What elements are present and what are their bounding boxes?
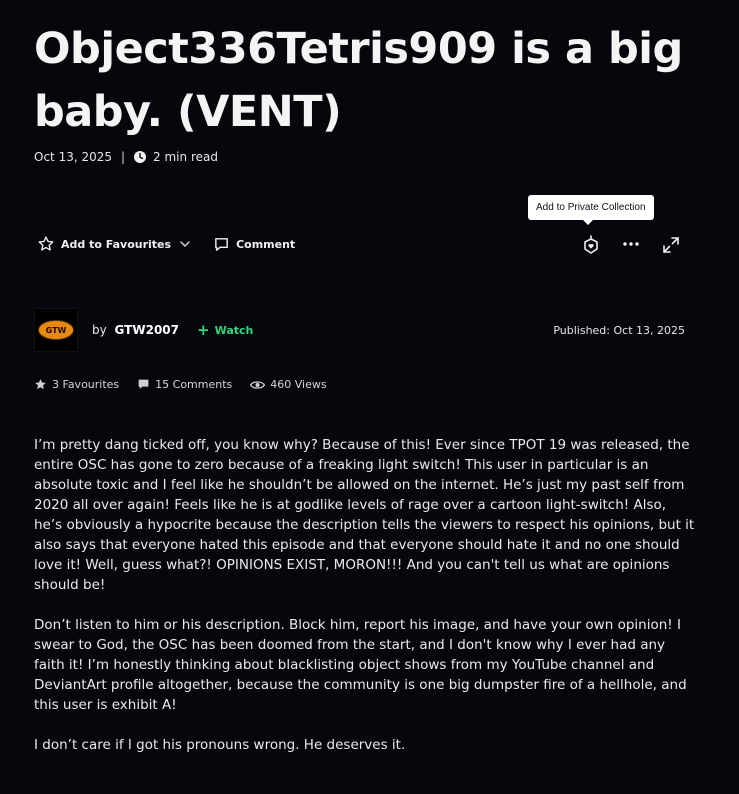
stats-row: 3 Favourites 15 Comments 460 Views: [34, 378, 345, 391]
comment-button[interactable]: Comment: [213, 236, 295, 253]
comments-count: 15 Comments: [155, 378, 233, 391]
star-icon: [35, 379, 46, 390]
published-date: Published: Oct 13, 2025: [553, 323, 685, 337]
views-stat: 460 Views: [250, 378, 327, 391]
add-to-favourites-button[interactable]: Add to Favourites: [37, 235, 171, 253]
avatar[interactable]: GTW: [34, 308, 78, 352]
favourites-stat[interactable]: 3 Favourites: [34, 378, 119, 391]
action-bar: Add to Favourites Comment: [37, 235, 295, 253]
private-collection-icon[interactable]: [582, 235, 600, 255]
eye-icon: [250, 380, 266, 389]
body-paragraph: I don’t care if I got his pronouns wrong…: [34, 737, 406, 753]
author-byline: by GTW2007: [92, 323, 179, 337]
plus-icon: +: [197, 321, 210, 339]
watch-button[interactable]: + Watch: [197, 321, 253, 339]
page-title: Object336Tetris909 is a big baby. (VENT): [34, 24, 683, 137]
body-paragraph: I’m pretty dang ticked off, you know why…: [34, 437, 695, 593]
chevron-down-icon[interactable]: [179, 238, 191, 250]
favourites-count: 3 Favourites: [52, 378, 120, 391]
article-meta: Oct 13, 2025 | 2 min read: [34, 150, 218, 164]
comment-label: Comment: [236, 237, 296, 251]
author-name-link[interactable]: GTW2007: [115, 323, 179, 337]
meta-separator: |: [121, 150, 126, 164]
avatar-logo: GTW: [38, 320, 74, 340]
article-body: I’m pretty dang ticked off, you know why…: [34, 435, 698, 775]
body-paragraph: Don’t listen to him or his description. …: [34, 617, 687, 713]
post-date: Oct 13, 2025: [34, 150, 112, 164]
watch-label: Watch: [214, 323, 254, 337]
comment-icon: [138, 379, 149, 389]
views-count: 460 Views: [270, 378, 327, 391]
comment-icon: [215, 237, 228, 251]
by-prefix: by: [92, 323, 107, 337]
action-bar-right: [580, 235, 682, 255]
private-collection-tooltip: Add to Private Collection: [528, 195, 654, 225]
clock-icon: [134, 151, 147, 163]
expand-icon[interactable]: [662, 236, 680, 254]
deviation-page: Object336Tetris909 is a big baby. (VENT)…: [0, 0, 739, 794]
comments-stat[interactable]: 15 Comments: [137, 378, 232, 391]
read-time: 2 min read: [153, 150, 218, 164]
author-row: GTW by GTW2007 + Watch Published: Oct 13…: [34, 308, 685, 352]
more-dots-icon[interactable]: [622, 239, 640, 249]
star-icon: [38, 236, 54, 251]
favourite-label: Add to Favourites: [61, 237, 172, 251]
